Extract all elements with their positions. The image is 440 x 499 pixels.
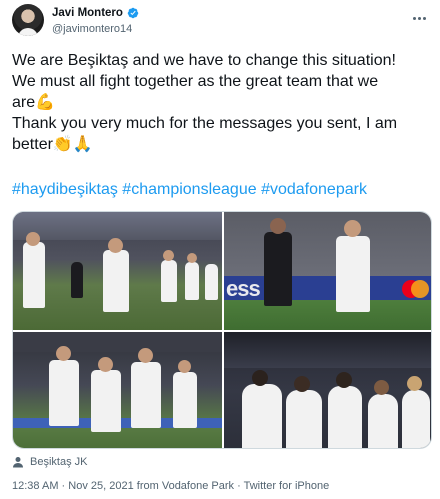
more-options-icon[interactable] [410,12,428,24]
hashtag-row: #haydibeşiktaş #championsleague #vodafon… [12,180,367,200]
avatar[interactable] [12,4,44,36]
tweet-header: Javi Montero @javimontero14 [12,4,428,44]
photo-match-action[interactable]: ess [224,212,431,330]
hashtag-link[interactable]: #championsleague [122,181,256,198]
tweet-time[interactable]: 12:38 AM [12,480,58,492]
hashtag-link[interactable]: #haydibeşiktaş [12,181,118,198]
author-name[interactable]: Javi Montero [52,7,123,19]
tweet-metadata: 12:38 AM · Nov 25, 2021 from Vodafone Pa… [12,480,329,492]
media-grid: ess [12,211,432,449]
mastercard-logo-icon [402,280,429,298]
tweet-text: We are Beşiktaş and we have to change th… [12,50,432,155]
tweet-date[interactable]: Nov 25, 2021 [68,480,133,492]
photo-team-group[interactable] [13,332,222,448]
tweet-text-line: We are Beşiktaş and we have to change th… [12,52,396,69]
verified-badge-icon [127,7,139,19]
tagged-account-label: Beşiktaş JK [30,456,88,468]
advertising-board-text: ess [226,276,261,301]
author-name-row[interactable]: Javi Montero [52,7,139,19]
photo-goal-celebration[interactable] [224,332,431,448]
location-prefix: from [136,480,159,492]
meta-separator: · [237,480,241,492]
tweet-text-line: better👏🙏 [12,136,93,153]
person-icon [13,457,23,468]
tagged-account[interactable]: Beşiktaş JK [12,456,87,468]
tweet-location[interactable]: Vodafone Park [162,480,234,492]
author-handle[interactable]: @javimontero14 [52,23,132,35]
tweet-text-line: are💪 [12,94,56,111]
meta-separator: · [61,480,66,492]
tweet-text-line: We must all fight together as the great … [12,73,379,90]
photo-players-walking-out[interactable] [13,212,222,330]
hashtag-link[interactable]: #vodafonepark [261,181,367,198]
tweet-text-line: Thank you very much for the messages you… [12,115,398,132]
tweet-client[interactable]: Twitter for iPhone [244,480,330,492]
tweet-card: Javi Montero @javimontero14 We are Beşik… [0,0,440,499]
